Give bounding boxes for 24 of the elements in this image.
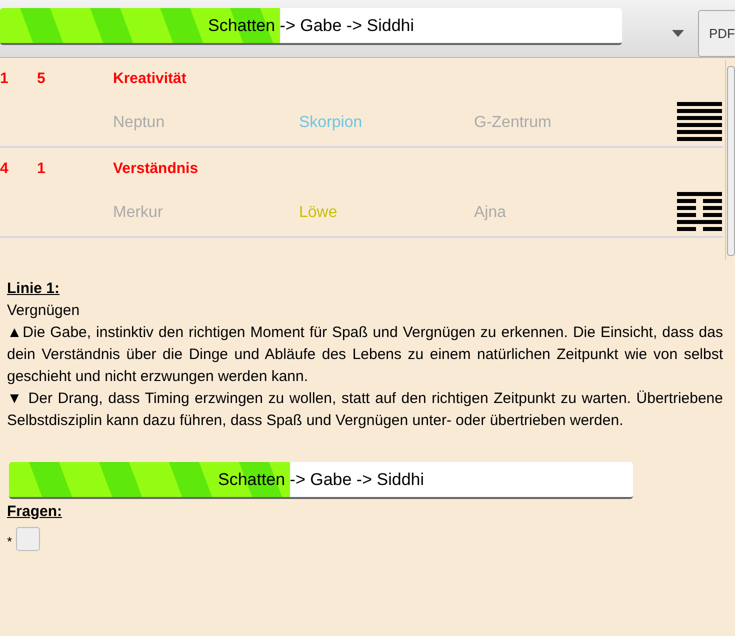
questions-heading: Fragen:: [7, 502, 64, 522]
pdf-button[interactable]: PDF: [698, 10, 735, 57]
gate-number: 1: [37, 159, 46, 179]
center-name: G-Zentrum: [474, 113, 552, 133]
scrollbar-thumb[interactable]: [727, 66, 735, 256]
paragraph: ▲Die Gabe, instinktiv den richtigen Moment für Spaß und Vergnügen zu erkennen. Die Einsicht, dass das dein Verständnis über die Dinge und Abläufe des Lebens zu einem natürlichen Zeitpunkt wie von selbst geschieht und nicht erzwungen werden kann.: [7, 323, 723, 387]
line-number: 4: [0, 159, 8, 179]
line-name: Vergnügen: [7, 301, 81, 321]
planet: Merkur: [113, 203, 163, 223]
gate-number: 5: [37, 69, 46, 89]
gate-title: Kreativität: [113, 69, 186, 89]
caret-icon: [672, 30, 684, 37]
zodiac-sign: Löwe: [299, 203, 338, 223]
progress-label: Schatten -> Gabe -> Siddhi: [206, 14, 416, 37]
checkbox[interactable]: [16, 527, 40, 551]
gate-title: Verständnis: [113, 159, 198, 179]
paragraph: ▼ Der Drang, dass Timing erzwingen zu wollen, statt auf den richtigen Zeitpunkt zu warten. Übertriebene Selbstdisziplin kann dazu führen, dass Spaß und Vergnügen unter- oder übertrieben werden.: [7, 389, 723, 431]
center-name: Ajna: [474, 203, 506, 223]
line-heading: Linie 1:: [7, 279, 61, 299]
zodiac-sign: Skorpion: [299, 113, 362, 133]
planet: Neptun: [113, 113, 165, 133]
progress-label: Schatten -> Gabe -> Siddhi: [216, 468, 426, 491]
bullet: *: [7, 532, 12, 550]
line-number: 1: [0, 69, 8, 89]
